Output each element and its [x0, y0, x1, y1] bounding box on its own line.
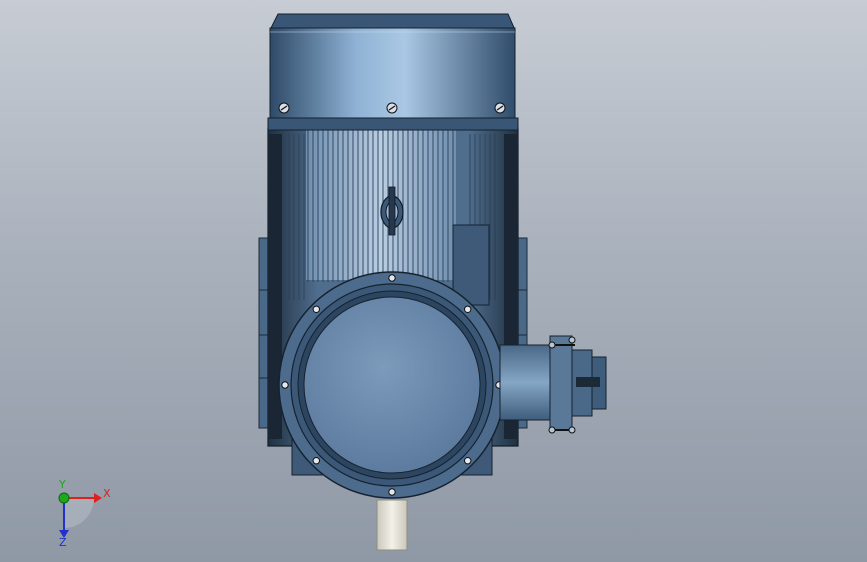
flange-bolt	[388, 488, 396, 496]
motor-model[interactable]	[0, 0, 867, 562]
y-axis-point	[58, 492, 70, 504]
flange-bolt	[312, 457, 320, 465]
triad-quadrant-shade	[64, 498, 94, 528]
cad-viewport[interactable]: X Y Z	[0, 0, 867, 562]
end-flange	[278, 271, 506, 499]
coordinate-triad: X Y Z	[58, 478, 111, 548]
motor-shaft	[376, 499, 408, 551]
flange-bolt	[388, 274, 396, 282]
x-axis-arrowhead	[94, 493, 102, 503]
fin-area	[306, 130, 456, 280]
z-axis-label: Z	[59, 536, 67, 548]
x-axis-label: X	[103, 487, 111, 500]
flange-bolt	[464, 457, 472, 465]
flange-bolt	[281, 381, 289, 389]
y-axis-label: Y	[58, 478, 66, 491]
flange-bolt	[464, 305, 472, 313]
flange-bolt	[312, 305, 320, 313]
cable-gland	[499, 335, 607, 434]
